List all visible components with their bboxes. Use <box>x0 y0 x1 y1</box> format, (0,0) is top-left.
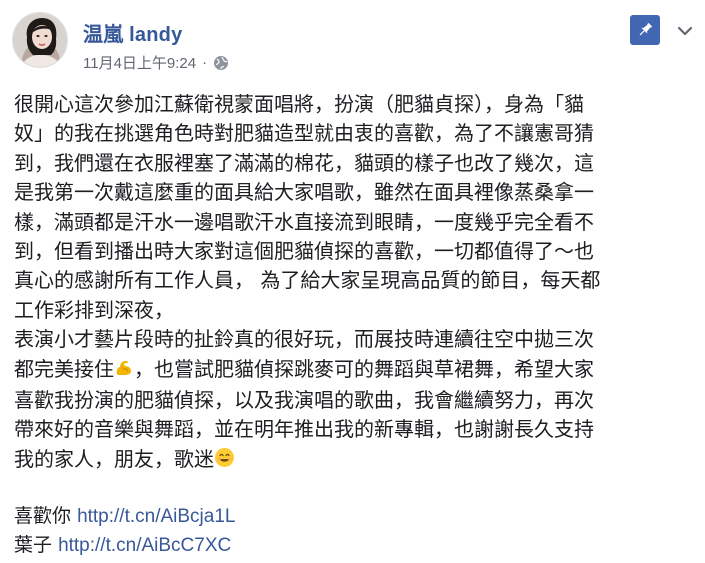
post-text-line: 喜歡我扮演的肥貓偵探，以及我演唱的歌曲，我會繼續努力，再次 <box>14 388 594 413</box>
pin-icon <box>639 22 653 36</box>
post-text-line: 都完美接住 ，也嘗試肥貓偵探跳麥可的舞蹈與草裙舞，希望大家 <box>14 355 686 386</box>
post-text-segment: 我的家人，朋友，歌迷 <box>14 446 214 471</box>
post-text-line: 真心的感謝所有工作人員， 為了給大家呈現高品質的節目，每天都 <box>14 268 601 293</box>
song-link[interactable]: http://t.cn/AiBcja1L <box>77 506 235 527</box>
post-text: 很開心這次參加江蘇衛視蒙面唱將，扮演（肥貓貞探），身為「貓 奴」的我在挑選角色時… <box>14 90 686 476</box>
link-label: 葉子 <box>14 534 53 556</box>
post-text-line: 是我第一次戴這麼重的面具給大家唱歌，雖然在面具裡像蒸桑拿一 <box>14 180 594 205</box>
post-meta: 11月4日上午9:24 · <box>83 52 229 73</box>
song-link[interactable]: http://t.cn/AiBcC7XC <box>58 535 231 556</box>
post-header: 温嵐 landy 11月4日上午9:24 · <box>12 12 693 82</box>
post-text-line: 表演小才藝片段時的扯鈴真的很好玩，而展技時連續往空中拋三次 <box>14 327 594 352</box>
flexed-biceps-emoji <box>114 357 134 386</box>
meta-separator: · <box>202 54 208 71</box>
post-timestamp[interactable]: 11月4日上午9:24 <box>83 52 196 73</box>
post-text-line: 很開心這次參加江蘇衛視蒙面唱將，扮演（肥貓貞探），身為「貓 <box>14 92 584 116</box>
avatar-image <box>13 13 67 67</box>
smiling-face-emoji <box>214 447 235 476</box>
link-row: 喜歡你 http://t.cn/AiBcja1L <box>14 502 235 531</box>
globe-icon[interactable] <box>213 55 229 71</box>
post-text-line: 工作彩排到深夜， <box>14 297 174 322</box>
pin-button[interactable] <box>630 15 660 45</box>
post-text-segment: 都完美接住 <box>14 356 114 381</box>
post-text-line: 帶來好的音樂與舞蹈，並在明年推出我的新專輯，也謝謝長久支持 <box>14 417 594 442</box>
post-text-line: 到，我們還在衣服裡塞了滿滿的棉花，貓頭的樣子也改了幾次，這 <box>14 150 594 175</box>
author-name[interactable]: 温嵐 landy <box>83 18 182 47</box>
chevron-down-icon[interactable] <box>677 22 693 36</box>
link-label: 喜歡你 <box>14 505 72 527</box>
post-text-line: 到，但看到播出時大家對這個肥貓偵探的喜歡，一切都值得了～也 <box>14 239 594 264</box>
author-avatar[interactable] <box>12 12 68 68</box>
post-links: 喜歡你 http://t.cn/AiBcja1L 葉子 http://t.cn/… <box>14 502 235 560</box>
post-text-line: 我的家人，朋友，歌迷 <box>14 445 686 476</box>
link-row: 葉子 http://t.cn/AiBcC7XC <box>14 531 235 560</box>
post-text-line: 樣，滿頭都是汗水一邊唱歌汗水直接流到眼睛，一度幾乎完全看不 <box>14 209 594 234</box>
post-text-line: 奴」的我在挑選角色時對肥貓造型就由衷的喜歡，為了不讓憲哥猜 <box>14 121 594 146</box>
post-text-segment: ，也嘗試肥貓偵探跳麥可的舞蹈與草裙舞，希望大家 <box>134 356 594 381</box>
